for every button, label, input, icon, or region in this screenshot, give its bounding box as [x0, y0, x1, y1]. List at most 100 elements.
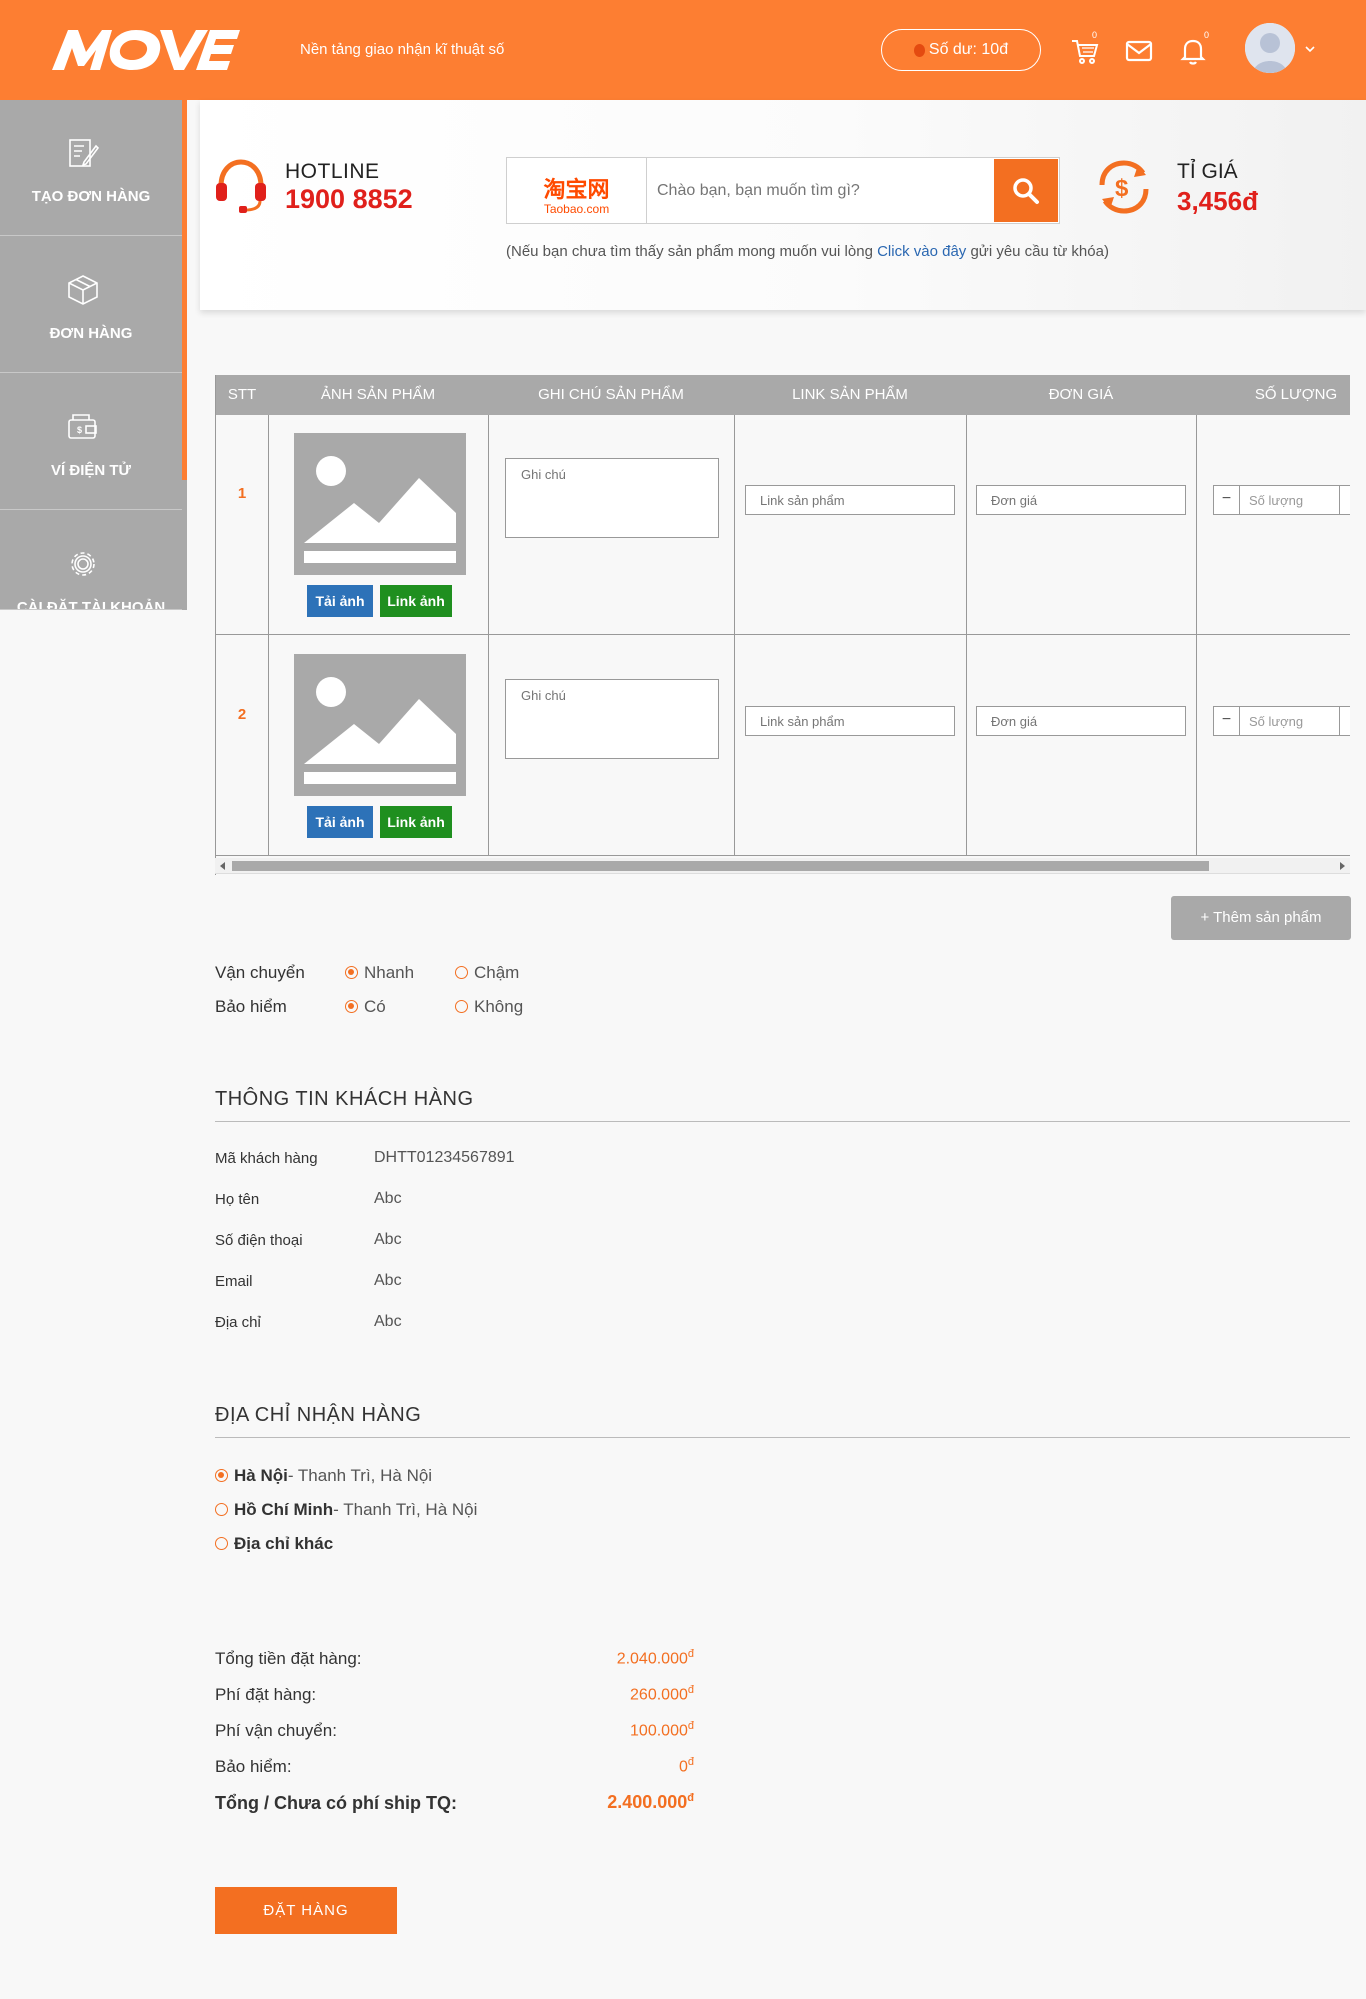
box-icon	[68, 275, 98, 305]
notification-badge: 0	[1204, 30, 1210, 40]
info-key: Email	[215, 1273, 253, 1290]
radio-address-hanoi[interactable]: Hà Nội- Thanh Trì, Hà Nội	[215, 1466, 432, 1486]
upload-image-button[interactable]: Tải ảnh	[307, 585, 373, 617]
sidebar-item-orders[interactable]: ĐƠN HÀNG	[0, 237, 182, 373]
radio-checked-icon	[345, 1000, 358, 1013]
rate-title: TỈ GIÁ	[1177, 160, 1238, 183]
cart-badge: 0	[1092, 30, 1098, 40]
unit-price-input[interactable]	[976, 485, 1186, 515]
shipping-label: Vận chuyển	[215, 963, 305, 982]
note-field[interactable]	[505, 679, 719, 759]
move-logo[interactable]	[50, 26, 240, 72]
summary-value: 100.000đ	[630, 1720, 694, 1740]
headset-icon	[216, 159, 266, 213]
hotline-title: HOTLINE	[285, 160, 380, 183]
customer-section-title: THÔNG TIN KHÁCH HÀNG	[215, 1088, 1350, 1122]
scroll-left-icon[interactable]	[219, 862, 227, 870]
scroll-thumb[interactable]	[232, 861, 1209, 871]
unit-price-input[interactable]	[976, 706, 1186, 736]
search-icon	[1013, 177, 1039, 204]
quantity-input[interactable]: Số lượng	[1249, 493, 1303, 508]
radio-shipping-fast[interactable]: Nhanh	[345, 963, 414, 983]
bell-icon[interactable]	[1178, 36, 1208, 66]
balance-button[interactable]: Số dư: 10đ	[881, 29, 1041, 71]
place-order-button[interactable]: ĐẶT HÀNG	[215, 1887, 397, 1934]
table-scrollbar[interactable]	[215, 858, 1350, 874]
top-header: Nền tảng giao nhận kĩ thuật số Số dư: 10…	[0, 0, 1366, 100]
table-row: 2 Tải ảnh Link ảnh − Số lượng	[216, 636, 1350, 856]
radio-insurance-no[interactable]: Không	[455, 997, 523, 1017]
rate-value: 3,456đ	[1177, 186, 1258, 216]
radio-empty-icon	[455, 1000, 468, 1013]
image-placeholder-icon[interactable]	[294, 654, 466, 796]
sidebar-item-label: TẠO ĐƠN HÀNG	[31, 188, 151, 205]
money-bag-icon	[913, 43, 925, 57]
quantity-stepper[interactable]: − Số lượng	[1213, 706, 1350, 736]
sidebar-item-settings[interactable]: CÀI ĐẶT TÀI KHOẢN	[0, 511, 182, 610]
balance-label: Số dư: 10đ	[928, 41, 1009, 58]
image-link-button[interactable]: Link ảnh	[380, 806, 452, 838]
summary-key: Phí vận chuyển:	[215, 1721, 337, 1740]
note-field[interactable]	[505, 458, 719, 538]
edit-document-icon	[69, 139, 100, 167]
summary-value: 0đ	[678, 1756, 694, 1776]
tagline: Nền tảng giao nhận kĩ thuật số	[300, 41, 505, 58]
quantity-input[interactable]: Số lượng	[1249, 714, 1303, 729]
search-input[interactable]	[657, 158, 977, 223]
row-index: 1	[237, 485, 247, 502]
product-link-input[interactable]	[745, 706, 955, 736]
radio-insurance-yes[interactable]: Có	[345, 997, 386, 1017]
radio-shipping-slow[interactable]: Chậm	[455, 963, 519, 983]
info-value: Abc	[374, 1231, 402, 1248]
product-link-input[interactable]	[745, 485, 955, 515]
cart-icon[interactable]	[1070, 36, 1100, 66]
scroll-right-icon[interactable]	[1338, 862, 1346, 870]
request-keyword-link[interactable]: Click vào đây	[877, 243, 966, 260]
radio-empty-icon	[215, 1503, 228, 1516]
svg-text:$: $	[77, 425, 82, 435]
table-header: STT ẢNH SẢN PHẨM GHI CHÚ SẢN PHẨM LINK S…	[216, 375, 1350, 415]
taobao-logo[interactable]: 淘宝网 Taobao.com	[507, 158, 647, 223]
sidebar-item-label: ĐƠN HÀNG	[49, 325, 133, 342]
minus-icon[interactable]: −	[1214, 707, 1240, 735]
sidebar-item-label: CÀI ĐẶT TÀI KHOẢN	[16, 599, 166, 610]
summary-value: 260.000đ	[630, 1684, 694, 1704]
chevron-down-icon[interactable]	[1304, 43, 1316, 55]
mail-icon[interactable]	[1124, 36, 1154, 66]
gear-icon	[71, 552, 95, 576]
radio-address-other[interactable]: Địa chỉ khác	[215, 1534, 333, 1554]
add-product-button[interactable]: + Thêm sản phẩm	[1171, 896, 1351, 940]
wallet-icon: $	[68, 414, 97, 439]
radio-address-hcm[interactable]: Hồ Chí Minh- Thanh Trì, Hà Nội	[215, 1500, 477, 1520]
column-header: ĐƠN GIÁ	[1048, 386, 1114, 403]
quantity-stepper[interactable]: − Số lượng	[1213, 485, 1350, 515]
info-value: Abc	[374, 1190, 402, 1207]
summary-key: Phí đặt hàng:	[215, 1685, 317, 1704]
radio-empty-icon	[455, 966, 468, 979]
radio-empty-icon	[215, 1537, 228, 1550]
info-key: Mã khách hàng	[215, 1150, 318, 1167]
avatar[interactable]	[1245, 23, 1295, 73]
search-hint: (Nếu bạn chưa tìm thấy sản phẩm mong muố…	[506, 243, 1109, 260]
product-table: STT ẢNH SẢN PHẨM GHI CHÚ SẢN PHẨM LINK S…	[215, 375, 1350, 875]
info-key: Họ tên	[215, 1191, 260, 1208]
info-key: Số điện thoại	[215, 1232, 303, 1249]
sidebar-item-create-order[interactable]: TẠO ĐƠN HÀNG	[0, 100, 182, 236]
summary-total-value: 2.400.000đ	[607, 1792, 694, 1812]
search-button[interactable]	[994, 159, 1058, 222]
upload-image-button[interactable]: Tải ảnh	[307, 806, 373, 838]
image-placeholder-icon[interactable]	[294, 433, 466, 575]
minus-icon[interactable]: −	[1214, 486, 1240, 514]
image-link-button[interactable]: Link ảnh	[380, 585, 452, 617]
radio-checked-icon	[345, 966, 358, 979]
summary-total-key: Tổng / Chưa có phí ship TQ:	[215, 1793, 458, 1813]
column-header: SỐ LƯỢNG	[1254, 386, 1338, 403]
insurance-label: Bảo hiểm	[215, 997, 287, 1016]
summary-value: 2.040.000đ	[616, 1648, 694, 1668]
hotline-number[interactable]: 1900 8852	[285, 184, 413, 215]
sidebar-item-label: VÍ ĐIỆN TỬ	[51, 462, 131, 479]
sidebar-item-wallet[interactable]: $ VÍ ĐIỆN TỬ	[0, 374, 182, 510]
svg-text:$: $	[1115, 175, 1129, 202]
info-key: Địa chỉ	[215, 1314, 261, 1331]
column-header: GHI CHÚ SẢN PHẨM	[538, 386, 684, 403]
